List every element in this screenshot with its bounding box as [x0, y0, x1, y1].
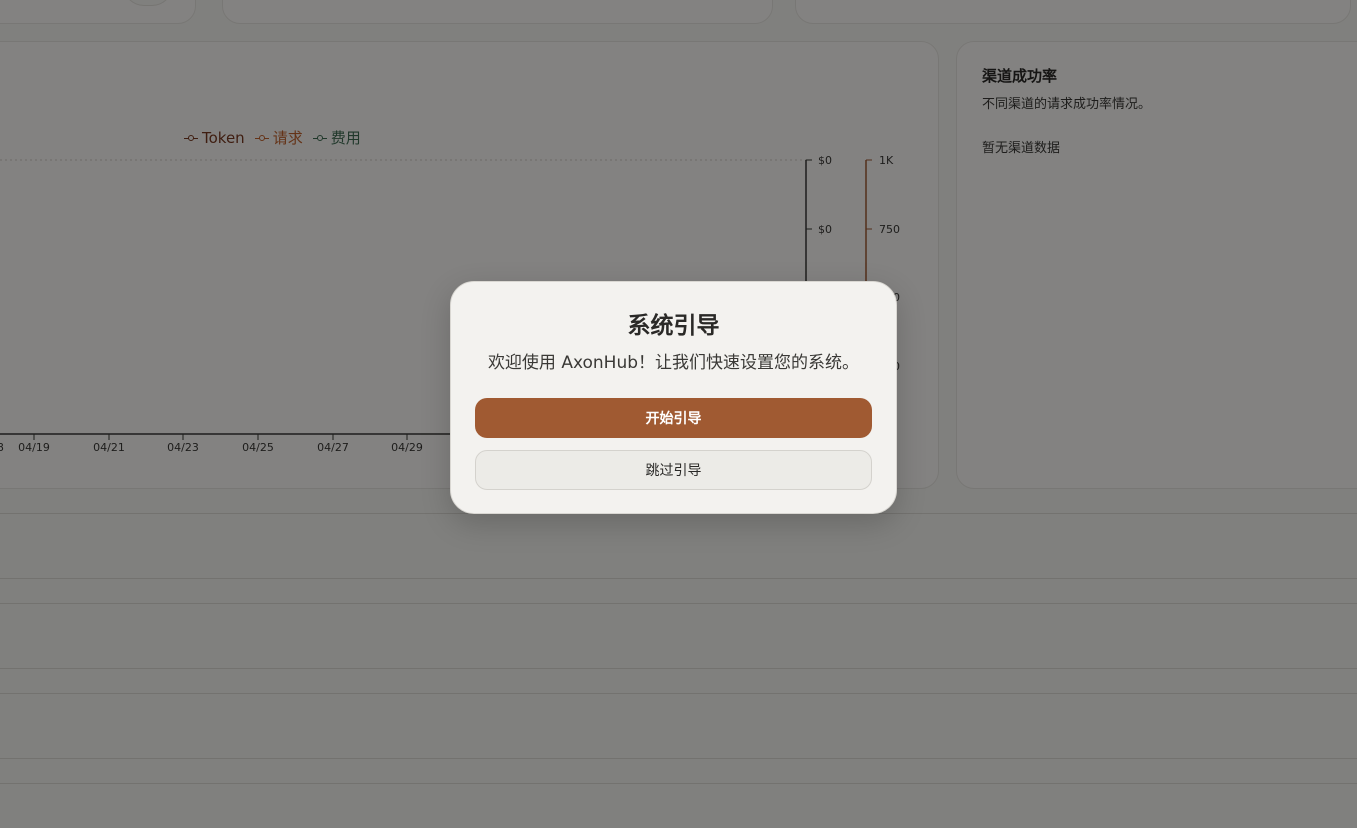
dashboard-page: Token 请求 费用 04/1804/1904/2104/2304/2504/…	[0, 0, 1357, 828]
onboarding-dialog: 系统引导 欢迎使用 AxonHub！让我们快速设置您的系统。 开始引导 跳过引导	[450, 281, 897, 514]
skip-guide-button[interactable]: 跳过引导	[475, 450, 872, 490]
dialog-title: 系统引导	[627, 313, 720, 339]
start-guide-button[interactable]: 开始引导	[475, 398, 872, 438]
dialog-description: 欢迎使用 AxonHub！让我们快速设置您的系统。	[487, 353, 860, 373]
